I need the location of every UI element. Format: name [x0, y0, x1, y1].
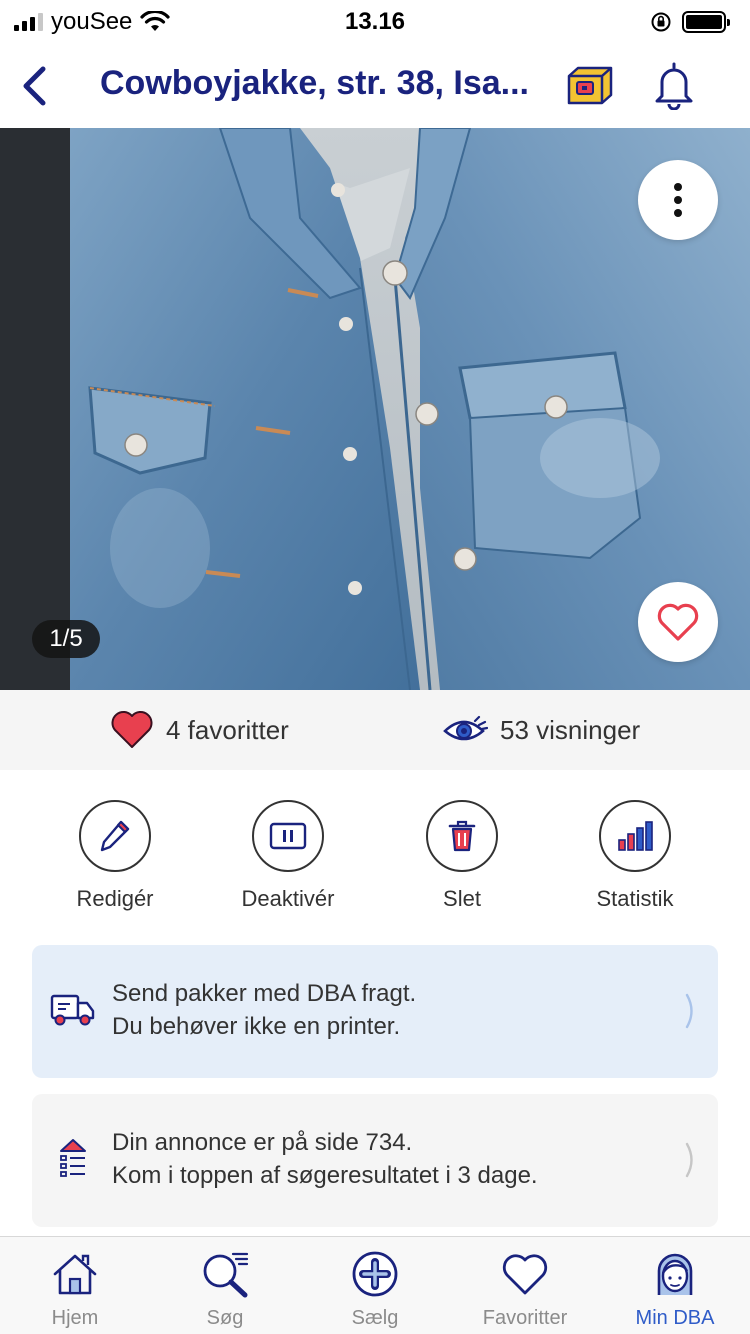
notifications-button[interactable]	[650, 60, 698, 111]
shipping-box-icon	[567, 66, 613, 105]
favorite-button[interactable]	[638, 582, 718, 662]
back-button[interactable]	[14, 62, 54, 110]
listing-photo[interactable]	[0, 128, 750, 690]
listing-actions: Redigér Deaktivér Slet Statistik	[0, 800, 750, 920]
shipping-line1: Send pakker med DBA fragt.	[112, 980, 417, 1007]
shipping-line2: Du behøver ikke en printer.	[112, 1013, 401, 1040]
home-icon-wrap	[50, 1249, 100, 1299]
statistics-label: Statistik	[596, 886, 674, 911]
chevron-right-icon	[685, 993, 693, 1029]
tab-favorites-label: Favoritter	[482, 1307, 568, 1329]
deactivate-button[interactable]: Deaktivér	[213, 800, 363, 912]
bell-icon	[655, 62, 693, 111]
tab-home-label: Hjem	[51, 1307, 99, 1329]
battery-icon	[682, 11, 730, 33]
status-time: 13.16	[344, 8, 406, 35]
plus-circle-icon	[352, 1251, 398, 1297]
page-title: Cowboyjakke, str. 38, Isa...	[100, 64, 529, 102]
edit-button[interactable]: Redigér	[40, 800, 190, 912]
tab-my-dba-label: Min DBA	[635, 1307, 715, 1329]
shipping-promo-card[interactable]: Send pakker med DBA fragt. Du behøver ik…	[32, 945, 718, 1078]
tab-favorites[interactable]: Favoritter	[450, 1237, 600, 1334]
boost-list-icon	[60, 1139, 86, 1177]
more-options-button[interactable]	[638, 160, 718, 240]
heart-icon	[502, 1254, 548, 1295]
more-vertical-icon	[674, 183, 682, 217]
tab-my-dba[interactable]: Min DBA	[600, 1237, 750, 1334]
home-icon	[53, 1254, 97, 1295]
heart-filled-icon	[111, 711, 153, 748]
boost-promo-card[interactable]: Din annonce er på side 734. Kom i toppen…	[32, 1094, 718, 1227]
boost-line1: Din annonce er på side 734.	[112, 1129, 413, 1156]
shipping-text: Send pakker med DBA fragt. Du behøver ik…	[112, 977, 416, 1043]
statistics-circle	[599, 800, 671, 872]
sell-icon-wrap	[350, 1249, 400, 1299]
chevron-left-icon	[23, 66, 46, 106]
tab-sell[interactable]: Sælg	[300, 1237, 450, 1334]
statistics-button[interactable]: Statistik	[560, 800, 710, 912]
favorites-icon-wrap	[500, 1249, 550, 1299]
eye-icon	[443, 715, 488, 741]
denim-jacket-image	[0, 128, 750, 690]
tab-search[interactable]: Søg	[150, 1237, 300, 1334]
trash-icon	[448, 820, 476, 852]
truck-icon-wrap	[50, 987, 96, 1033]
profile-icon-wrap	[650, 1249, 700, 1299]
favorites-count: 4 favoritter	[166, 714, 289, 745]
photo-counter: 1/5	[32, 620, 100, 658]
profile-icon	[657, 1253, 693, 1295]
bar-chart-icon	[618, 821, 653, 851]
truck-icon	[50, 994, 95, 1026]
heart-outline-icon	[657, 603, 699, 641]
search-icon-wrap	[200, 1249, 250, 1299]
tab-search-label: Søg	[206, 1307, 244, 1329]
boost-icon-wrap	[50, 1136, 96, 1182]
boost-text: Din annonce er på side 734. Kom i toppen…	[112, 1126, 538, 1192]
delete-label: Slet	[443, 886, 481, 911]
delete-circle	[426, 800, 498, 872]
shipping-box-button[interactable]	[566, 66, 614, 106]
edit-label: Redigér	[76, 886, 154, 911]
stats-bar: 4 favoritter 53 visninger	[0, 690, 750, 770]
views-stat: 53 visninger	[442, 690, 640, 770]
tab-sell-label: Sælg	[351, 1307, 399, 1329]
tab-bar: Hjem Søg Sælg Favoritter Min DBA	[0, 1236, 750, 1334]
views-count: 53 visninger	[500, 714, 641, 745]
status-bar: youSee 13.16	[0, 0, 750, 44]
nav-bar: Cowboyjakke, str. 38, Isa...	[0, 44, 750, 128]
boost-line2: Kom i toppen af søgeresultatet i 3 dage.	[112, 1162, 538, 1189]
pause-icon	[269, 822, 307, 850]
deactivate-circle	[252, 800, 324, 872]
chevron-right-icon	[685, 1142, 693, 1178]
tab-home[interactable]: Hjem	[0, 1237, 150, 1334]
favorites-stat: 4 favoritter	[110, 690, 289, 770]
delete-button[interactable]: Slet	[387, 800, 537, 912]
deactivate-label: Deaktivér	[241, 886, 335, 911]
edit-circle	[79, 800, 151, 872]
search-icon	[203, 1252, 249, 1298]
pencil-icon	[100, 820, 130, 852]
